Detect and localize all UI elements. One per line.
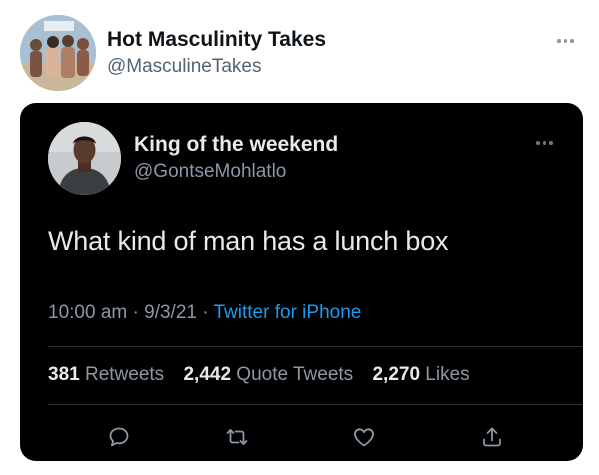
dot (536, 141, 540, 145)
group-photo-avatar (20, 15, 96, 91)
engagement-stats: 381 Retweets 2,442 Quote Tweets 2,270 Li… (48, 364, 484, 386)
quoted-tweet-card[interactable]: King of the weekend @GontseMohlatlo What… (20, 103, 583, 461)
share-button[interactable] (478, 423, 506, 451)
profile-avatar[interactable] (20, 15, 96, 91)
quoted-profile-avatar[interactable] (48, 122, 121, 195)
retweets-stat[interactable]: 381 Retweets (48, 364, 164, 385)
dot (570, 39, 574, 43)
tweet-metadata: 10:00 am · 9/3/21 · Twitter for iPhone (48, 302, 361, 324)
dot (563, 39, 567, 43)
quotes-count: 2,442 (183, 364, 232, 385)
outer-tweet-header: Hot Masculinity Takes @MasculineTakes (0, 0, 599, 100)
like-button[interactable] (350, 423, 378, 451)
tweet-time[interactable]: 10:00 am (48, 302, 127, 323)
like-icon (354, 428, 374, 447)
retweet-button[interactable] (223, 423, 251, 451)
reply-button[interactable] (105, 423, 133, 451)
quoted-more-options-icon[interactable] (536, 141, 553, 145)
divider (48, 346, 583, 347)
dot (557, 39, 561, 43)
quoted-handle[interactable]: @GontseMohlatlo (134, 161, 286, 183)
retweet-icon (226, 429, 248, 445)
tweet-source-link[interactable]: Twitter for iPhone (214, 302, 362, 323)
outer-handle[interactable]: @MasculineTakes (107, 56, 261, 78)
dot (542, 141, 546, 145)
likes-stat[interactable]: 2,270 Likes (372, 364, 469, 385)
dot (549, 141, 553, 145)
person-photo-avatar (48, 122, 121, 195)
share-icon (483, 427, 501, 447)
tweet-date[interactable]: 9/3/21 (144, 302, 197, 323)
reply-icon (109, 427, 129, 447)
quoted-display-name[interactable]: King of the weekend (134, 133, 338, 157)
likes-label: Likes (425, 364, 470, 385)
quotes-label: Quote Tweets (236, 364, 354, 385)
meta-separator: · (132, 302, 139, 323)
quote-tweets-stat[interactable]: 2,442 Quote Tweets (183, 364, 353, 385)
retweets-count: 381 (48, 364, 80, 385)
outer-display-name[interactable]: Hot Masculinity Takes (107, 28, 326, 52)
tweet-text: What kind of man has a lunch box (48, 226, 449, 256)
likes-count: 2,270 (372, 364, 421, 385)
more-options-icon[interactable] (557, 39, 574, 43)
retweets-label: Retweets (84, 364, 165, 385)
divider (48, 404, 583, 405)
meta-separator: · (202, 302, 209, 323)
